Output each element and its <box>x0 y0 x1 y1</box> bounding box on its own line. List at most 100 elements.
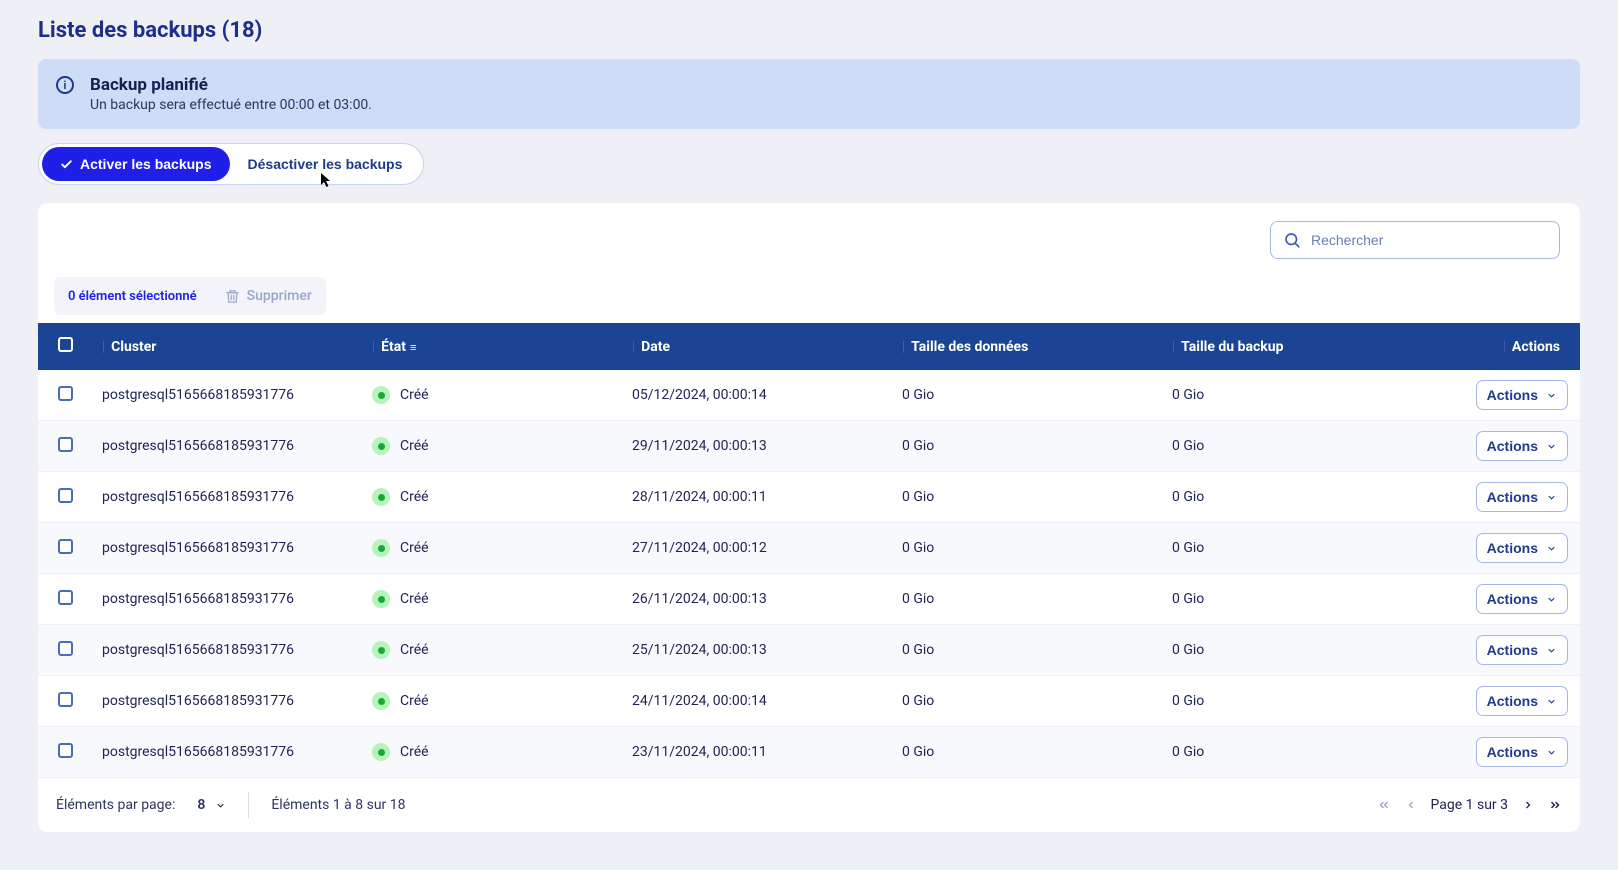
cell-state: Créé <box>362 625 622 676</box>
row-checkbox[interactable] <box>58 386 73 401</box>
cell-backup-size: 0 Gio <box>1162 574 1422 625</box>
cell-date: 27/11/2024, 00:00:12 <box>622 523 892 574</box>
next-page-button[interactable] <box>1522 799 1534 811</box>
col-data-size[interactable]: |Taille des données <box>892 323 1162 370</box>
disable-backups-label: Désactiver les backups <box>248 156 403 172</box>
cell-cluster: postgresql5165668185931776 <box>92 625 362 676</box>
range-info: Éléments 1 à 8 sur 18 <box>271 797 405 813</box>
cell-date: 25/11/2024, 00:00:13 <box>622 625 892 676</box>
cell-cluster: postgresql5165668185931776 <box>92 523 362 574</box>
page-indicator: Page 1 sur 3 <box>1431 797 1509 813</box>
cell-backup-size: 0 Gio <box>1162 472 1422 523</box>
cell-cluster: postgresql5165668185931776 <box>92 370 362 421</box>
row-checkbox[interactable] <box>58 590 73 605</box>
sort-icon: ≡ <box>410 341 414 354</box>
pagination: Page 1 sur 3 <box>1377 797 1563 813</box>
cell-date: 23/11/2024, 00:00:11 <box>622 727 892 778</box>
table-row: postgresql5165668185931776 Créé 27/11/20… <box>38 523 1580 574</box>
row-checkbox[interactable] <box>58 539 73 554</box>
cell-data-size: 0 Gio <box>892 727 1162 778</box>
backup-table: |Cluster |État≡ |Date |Taille des donnée… <box>38 323 1580 778</box>
table-row: postgresql5165668185931776 Créé 28/11/20… <box>38 472 1580 523</box>
cell-data-size: 0 Gio <box>892 625 1162 676</box>
cell-data-size: 0 Gio <box>892 421 1162 472</box>
cell-cluster: postgresql5165668185931776 <box>92 574 362 625</box>
table-row: postgresql5165668185931776 Créé 05/12/20… <box>38 370 1580 421</box>
table-row: postgresql5165668185931776 Créé 23/11/20… <box>38 727 1580 778</box>
chevron-right-icon <box>1522 799 1534 811</box>
cell-cluster: postgresql5165668185931776 <box>92 472 362 523</box>
divider <box>248 792 249 818</box>
row-actions-button[interactable]: Actions <box>1476 737 1568 767</box>
cell-state: Créé <box>362 676 622 727</box>
row-checkbox[interactable] <box>58 488 73 503</box>
cursor-icon <box>319 172 333 192</box>
cell-backup-size: 0 Gio <box>1162 676 1422 727</box>
cell-data-size: 0 Gio <box>892 676 1162 727</box>
cell-backup-size: 0 Gio <box>1162 370 1422 421</box>
row-checkbox[interactable] <box>58 437 73 452</box>
chevron-left-icon <box>1405 799 1417 811</box>
select-all-checkbox[interactable] <box>58 337 73 352</box>
first-page-button[interactable] <box>1377 798 1391 812</box>
cell-cluster: postgresql5165668185931776 <box>92 727 362 778</box>
col-state[interactable]: |État≡ <box>362 323 622 370</box>
cell-data-size: 0 Gio <box>892 472 1162 523</box>
cell-backup-size: 0 Gio <box>1162 625 1422 676</box>
chevron-down-icon <box>1546 747 1557 758</box>
backup-toggle-group: Activer les backups Désactiver les backu… <box>38 143 424 185</box>
col-cluster[interactable]: |Cluster <box>92 323 362 370</box>
cell-backup-size: 0 Gio <box>1162 421 1422 472</box>
trash-icon <box>225 289 240 304</box>
per-page-select[interactable]: 8 <box>197 797 226 813</box>
row-actions-button[interactable]: Actions <box>1476 635 1568 665</box>
chevron-down-icon <box>215 800 226 811</box>
row-actions-button[interactable]: Actions <box>1476 431 1568 461</box>
row-checkbox[interactable] <box>58 641 73 656</box>
banner-text: Un backup sera effectué entre 00:00 et 0… <box>90 97 1562 113</box>
status-dot-icon <box>372 692 390 710</box>
cell-cluster: postgresql5165668185931776 <box>92 421 362 472</box>
chevron-double-left-icon <box>1377 798 1391 812</box>
status-dot-icon <box>372 743 390 761</box>
row-checkbox[interactable] <box>58 692 73 707</box>
selection-count: 0 élément sélectionné <box>68 289 197 304</box>
info-icon: i <box>56 76 74 94</box>
table-row: postgresql5165668185931776 Créé 24/11/20… <box>38 676 1580 727</box>
delete-button[interactable]: Supprimer <box>225 288 312 304</box>
check-icon <box>60 158 73 171</box>
enable-backups-button[interactable]: Activer les backups <box>42 147 230 181</box>
chevron-down-icon <box>1546 696 1557 707</box>
chevron-down-icon <box>1546 390 1557 401</box>
table-row: postgresql5165668185931776 Créé 26/11/20… <box>38 574 1580 625</box>
cell-date: 26/11/2024, 00:00:13 <box>622 574 892 625</box>
cell-state: Créé <box>362 727 622 778</box>
cell-state: Créé <box>362 370 622 421</box>
status-dot-icon <box>372 437 390 455</box>
col-actions: |Actions <box>1422 323 1580 370</box>
col-date[interactable]: |Date <box>622 323 892 370</box>
row-actions-button[interactable]: Actions <box>1476 533 1568 563</box>
backup-table-card: 0 élément sélectionné Supprimer |Cluster… <box>38 203 1580 832</box>
search-icon <box>1283 231 1301 249</box>
row-actions-button[interactable]: Actions <box>1476 686 1568 716</box>
row-actions-button[interactable]: Actions <box>1476 584 1568 614</box>
col-backup-size[interactable]: |Taille du backup <box>1162 323 1422 370</box>
per-page-label: Éléments par page: <box>56 797 175 813</box>
cell-state: Créé <box>362 574 622 625</box>
row-actions-button[interactable]: Actions <box>1476 380 1568 410</box>
cell-state: Créé <box>362 472 622 523</box>
search-input[interactable] <box>1311 232 1547 248</box>
last-page-button[interactable] <box>1548 798 1562 812</box>
prev-page-button[interactable] <box>1405 799 1417 811</box>
row-actions-button[interactable]: Actions <box>1476 482 1568 512</box>
table-row: postgresql5165668185931776 Créé 25/11/20… <box>38 625 1580 676</box>
search-field[interactable] <box>1270 221 1560 259</box>
row-checkbox[interactable] <box>58 743 73 758</box>
status-dot-icon <box>372 386 390 404</box>
page-title: Liste des backups (18) <box>38 18 1580 43</box>
chevron-double-right-icon <box>1548 798 1562 812</box>
cell-data-size: 0 Gio <box>892 370 1162 421</box>
scheduled-backup-banner: i Backup planifié Un backup sera effectu… <box>38 59 1580 129</box>
chevron-down-icon <box>1546 543 1557 554</box>
